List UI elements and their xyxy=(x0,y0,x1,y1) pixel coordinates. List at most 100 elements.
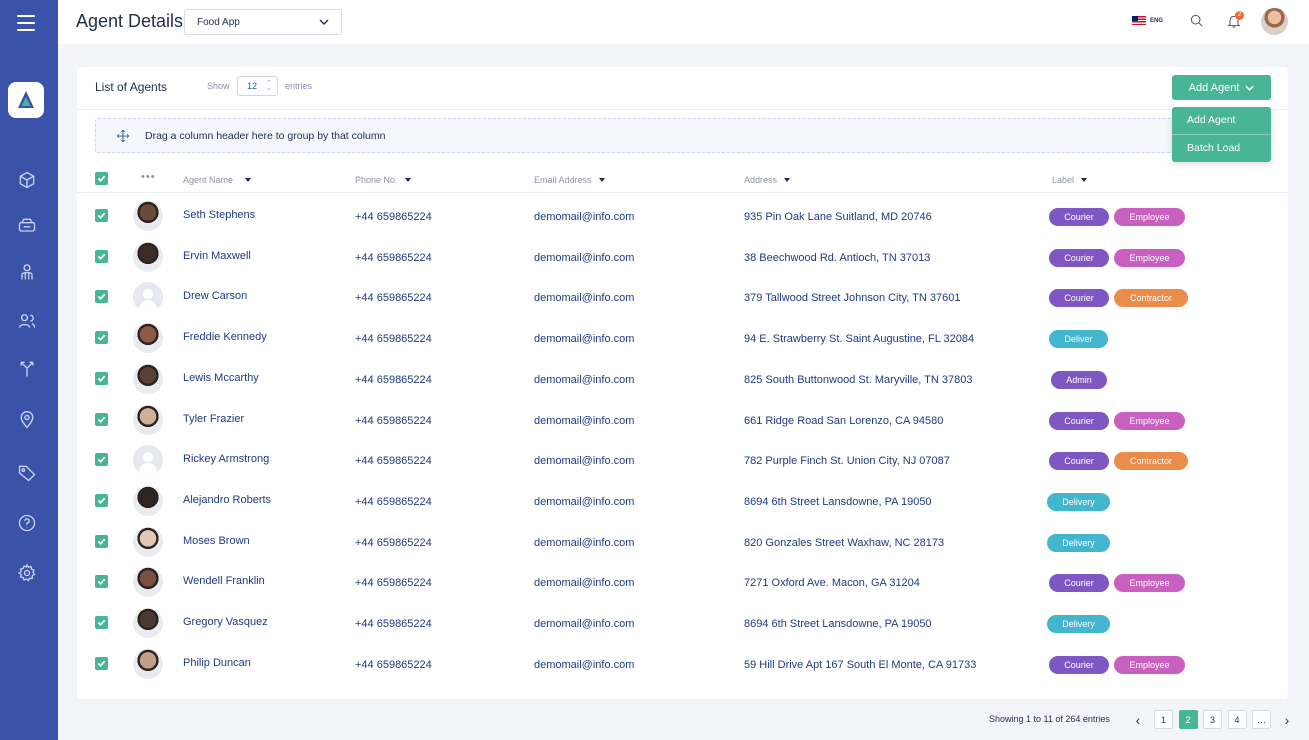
row-checkbox[interactable] xyxy=(95,575,108,589)
next-page-icon[interactable]: › xyxy=(1280,710,1294,729)
logo[interactable] xyxy=(8,82,44,118)
row-checkbox[interactable] xyxy=(95,331,108,345)
agent-avatar xyxy=(133,526,163,557)
check-icon xyxy=(97,660,106,667)
box-icon[interactable] xyxy=(16,169,38,191)
column-header-address[interactable]: Address xyxy=(744,175,791,185)
menu-icon[interactable] xyxy=(17,15,35,31)
agent-name[interactable]: Philip Duncan xyxy=(183,657,251,669)
entries-per-page-select[interactable]: 12 ⌃ ⌄ xyxy=(237,76,278,96)
address: 379 Tallwood Street Johnson City, TN 376… xyxy=(744,292,961,305)
users-icon[interactable] xyxy=(16,310,38,332)
label-badge: Contractor xyxy=(1114,289,1188,308)
agent-name[interactable]: Rickey Armstrong xyxy=(183,453,269,465)
table-row[interactable]: Wendell Franklin +44 659865224 demomail@in… xyxy=(77,563,1288,604)
row-checkbox[interactable] xyxy=(95,209,108,222)
email-address: demomail@info.com xyxy=(534,658,635,671)
sort-caret-icon xyxy=(245,178,252,182)
agent-name[interactable]: Moses Brown xyxy=(183,535,250,547)
phone-number: +44 659865224 xyxy=(355,455,432,468)
sort-caret-icon xyxy=(404,178,411,182)
logo-icon xyxy=(18,91,34,108)
showing-entries-text: Showing 1 to 11 of 264 entries xyxy=(989,714,1110,724)
agent-name[interactable]: Tyler Frazier xyxy=(183,413,244,425)
table-header: ••• Agent Name Phone No. Email Address A… xyxy=(77,167,1288,193)
column-header-agent-name[interactable]: Agent Name xyxy=(183,175,252,185)
table-row[interactable]: Moses Brown +44 659865224 demomail@info.co… xyxy=(77,523,1288,564)
address: 7271 Oxford Ave. Macon, GA 31204 xyxy=(744,577,920,590)
column-header-phone[interactable]: Phone No. xyxy=(355,175,411,185)
tag-icon[interactable] xyxy=(16,462,38,484)
page-button[interactable]: 2 xyxy=(1178,710,1198,729)
routes-icon[interactable] xyxy=(16,358,38,380)
table-row[interactable]: Tyler Frazier +44 659865224 demomail@info.… xyxy=(77,401,1288,442)
address: 820 Gonzales Street Waxhaw, NC 28173 xyxy=(744,536,945,549)
column-header-email[interactable]: Email Address xyxy=(534,175,605,185)
spinner-arrows-icon: ⌃ ⌄ xyxy=(266,80,272,92)
phone-number: +44 659865224 xyxy=(355,251,432,264)
table-row[interactable]: Philip Duncan +44 659865224 demomail@info.… xyxy=(77,645,1288,686)
label-badge: Courier xyxy=(1049,208,1109,226)
column-header-label[interactable]: Label xyxy=(1052,175,1088,185)
table-row[interactable]: Lewis Mccarthy +44 659865224 demomail@info… xyxy=(77,360,1288,401)
agent-name[interactable]: Wendell Franklin xyxy=(183,575,265,587)
agents-card: List of Agents Show 12 ⌃ ⌄ entries Add Ag… xyxy=(77,67,1288,699)
row-checkbox[interactable] xyxy=(95,290,108,304)
page-button[interactable]: 1 xyxy=(1154,710,1173,729)
table-row[interactable]: Ervin Maxwell +44 659865224 demomail@info.… xyxy=(77,238,1288,279)
app-select[interactable]: Food App xyxy=(184,9,342,35)
agent-name[interactable]: Alejandro Roberts xyxy=(183,494,271,506)
row-checkbox[interactable] xyxy=(95,656,108,670)
row-checkbox[interactable] xyxy=(95,493,108,507)
dropdown-add-agent[interactable]: Add Agent xyxy=(1172,107,1271,134)
user-avatar[interactable] xyxy=(1261,8,1288,35)
email-address: demomail@info.com xyxy=(534,211,635,223)
label-badge: Courier xyxy=(1049,248,1109,267)
page-title: Agent Details xyxy=(76,11,184,31)
row-checkbox[interactable] xyxy=(95,453,108,467)
agent-name[interactable]: Gregory Vasquez xyxy=(183,616,268,628)
table-row[interactable]: Seth Stephens +44 659865224 demomail@info.… xyxy=(77,197,1288,238)
help-icon[interactable] xyxy=(16,512,38,534)
add-agent-dropdown: Add Agent Batch Load xyxy=(1172,107,1271,162)
select-all-checkbox[interactable] xyxy=(95,172,108,185)
settings-icon[interactable] xyxy=(16,562,38,584)
dropdown-batch-load[interactable]: Batch Load xyxy=(1172,134,1271,161)
table-row[interactable]: Freddie Kennedy +44 659865224 demomail@inf… xyxy=(77,319,1288,360)
address: 38 Beechwood Rd. Antioch, TN 37013 xyxy=(744,251,931,264)
agent-avatar xyxy=(133,485,163,516)
bell-icon[interactable]: 2 xyxy=(1226,11,1244,31)
row-checkbox[interactable] xyxy=(95,616,108,629)
phone-number: +44 659865224 xyxy=(355,333,432,346)
language-switcher[interactable]: ENG xyxy=(1132,16,1163,25)
row-checkbox[interactable] xyxy=(95,371,108,385)
table-row[interactable]: Alejandro Roberts +44 659865224 demomail@i… xyxy=(77,482,1288,523)
agent-name[interactable]: Freddie Kennedy xyxy=(183,331,267,343)
agent-name[interactable]: Seth Stephens xyxy=(183,209,255,221)
row-checkbox[interactable] xyxy=(95,534,108,548)
ticket-icon[interactable] xyxy=(16,215,38,237)
agent-avatar xyxy=(133,201,163,231)
table-row[interactable]: Rickey Armstrong +44 659865224 demomail@in… xyxy=(77,441,1288,482)
address: 661 Ridge Road San Lorenzo, CA 94580 xyxy=(744,414,944,427)
page-button[interactable]: 3 xyxy=(1203,710,1222,729)
search-icon[interactable] xyxy=(1189,13,1207,31)
agent-avatar xyxy=(133,445,163,476)
entries-label: entries xyxy=(285,81,313,91)
column-options-icon[interactable]: ••• xyxy=(141,171,156,183)
agent-name[interactable]: Lewis Mccarthy xyxy=(183,372,259,384)
agent-name[interactable]: Ervin Maxwell xyxy=(183,250,251,262)
table-row[interactable]: Drew Carson +44 659865224 demomail@info.co… xyxy=(77,278,1288,319)
page-button[interactable]: 4 xyxy=(1227,710,1247,729)
agent-icon[interactable] xyxy=(16,261,38,283)
more-pages-button[interactable]: … xyxy=(1252,710,1271,729)
row-checkbox[interactable] xyxy=(95,412,108,426)
location-icon[interactable] xyxy=(16,409,38,431)
add-agent-button[interactable]: Add Agent xyxy=(1172,75,1271,100)
group-by-drop-zone[interactable]: Drag a column header here to group by th… xyxy=(95,118,1270,153)
prev-page-icon[interactable]: ‹ xyxy=(1131,710,1145,729)
agent-name[interactable]: Drew Carson xyxy=(183,290,247,302)
email-address: demomail@info.com xyxy=(534,414,635,427)
row-checkbox[interactable] xyxy=(95,249,108,263)
table-row[interactable]: Gregory Vasquez +44 659865224 demomail@inf… xyxy=(77,604,1288,645)
